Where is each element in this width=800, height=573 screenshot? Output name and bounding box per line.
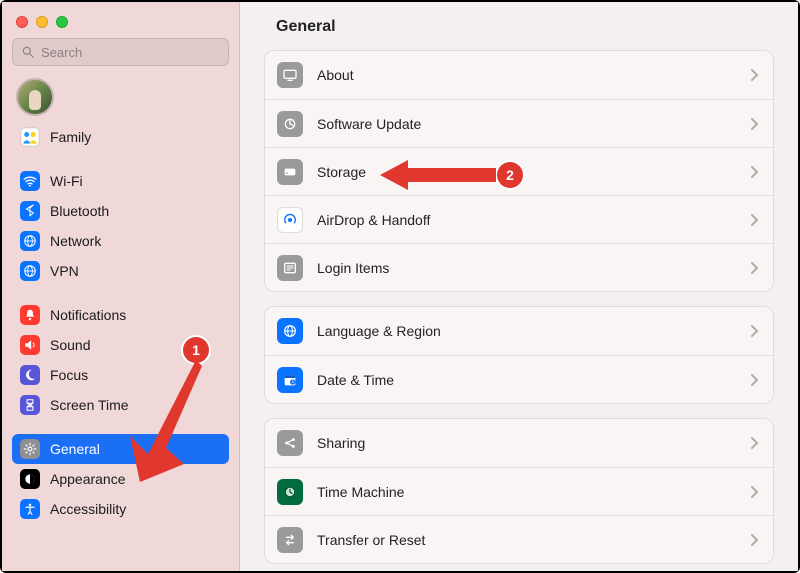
row-label: Time Machine bbox=[317, 484, 737, 500]
row-language-region[interactable]: Language & Region bbox=[265, 307, 773, 355]
row-label: Sharing bbox=[317, 435, 737, 451]
main-panel: General About Software Update bbox=[240, 2, 798, 571]
row-label: Date & Time bbox=[317, 372, 737, 388]
sidebar-item-label: Accessibility bbox=[50, 501, 126, 517]
sharing-icon bbox=[277, 430, 303, 456]
row-label: About bbox=[317, 67, 737, 83]
row-label: Transfer or Reset bbox=[317, 532, 737, 548]
sidebar-item-family[interactable]: Family bbox=[12, 122, 229, 152]
sidebar-item-label: General bbox=[50, 441, 100, 457]
sidebar-item-notifications[interactable]: Notifications bbox=[12, 300, 229, 330]
window-controls bbox=[12, 12, 229, 38]
sound-icon bbox=[20, 335, 40, 355]
chevron-right-icon bbox=[751, 534, 759, 546]
sidebar-item-bluetooth[interactable]: Bluetooth bbox=[12, 196, 229, 226]
row-login-items[interactable]: Login Items bbox=[265, 243, 773, 291]
sidebar-item-wifi[interactable]: Wi-Fi bbox=[12, 166, 229, 196]
screen-time-icon bbox=[20, 395, 40, 415]
sidebar-item-label: Bluetooth bbox=[50, 203, 109, 219]
wifi-icon bbox=[20, 171, 40, 191]
sidebar-item-focus[interactable]: Focus bbox=[12, 360, 229, 390]
row-transfer-reset[interactable]: Transfer or Reset bbox=[265, 515, 773, 563]
close-window-button[interactable] bbox=[16, 16, 28, 28]
sidebar-item-label: Family bbox=[50, 129, 91, 145]
row-time-machine[interactable]: Time Machine bbox=[265, 467, 773, 515]
appearance-icon bbox=[20, 469, 40, 489]
user-avatar[interactable] bbox=[16, 78, 54, 116]
chevron-right-icon bbox=[751, 325, 759, 337]
airdrop-icon bbox=[277, 207, 303, 233]
chevron-right-icon bbox=[751, 166, 759, 178]
software-update-icon bbox=[277, 111, 303, 137]
about-icon bbox=[277, 62, 303, 88]
settings-group-2: Sharing Time Machine Transfer or Reset bbox=[264, 418, 774, 564]
sidebar-item-screen-time[interactable]: Screen Time bbox=[12, 390, 229, 420]
chevron-right-icon bbox=[751, 486, 759, 498]
chevron-right-icon bbox=[751, 262, 759, 274]
sidebar-item-general[interactable]: General bbox=[12, 434, 229, 464]
sidebar-item-accessibility[interactable]: Accessibility bbox=[12, 494, 229, 524]
network-icon bbox=[20, 231, 40, 251]
sidebar-item-label: Notifications bbox=[50, 307, 126, 323]
search-icon bbox=[21, 45, 35, 59]
sidebar-item-label: Network bbox=[50, 233, 101, 249]
sidebar-item-appearance[interactable]: Appearance bbox=[12, 464, 229, 494]
sidebar-item-label: Sound bbox=[50, 337, 90, 353]
accessibility-icon bbox=[20, 499, 40, 519]
chevron-right-icon bbox=[751, 437, 759, 449]
sidebar-item-label: Screen Time bbox=[50, 397, 129, 413]
row-date-time[interactable]: Date & Time bbox=[265, 355, 773, 403]
row-storage[interactable]: Storage bbox=[265, 147, 773, 195]
sidebar-item-vpn[interactable]: VPN bbox=[12, 256, 229, 286]
sidebar-item-network[interactable]: Network bbox=[12, 226, 229, 256]
row-label: AirDrop & Handoff bbox=[317, 212, 737, 228]
fullscreen-window-button[interactable] bbox=[56, 16, 68, 28]
chevron-right-icon bbox=[751, 69, 759, 81]
bluetooth-icon bbox=[20, 201, 40, 221]
sidebar: Family Wi-Fi Bluetooth Network V bbox=[2, 2, 240, 571]
row-label: Login Items bbox=[317, 260, 737, 276]
settings-group-1: Language & Region Date & Time bbox=[264, 306, 774, 404]
minimize-window-button[interactable] bbox=[36, 16, 48, 28]
storage-icon bbox=[277, 159, 303, 185]
search-field[interactable] bbox=[12, 38, 229, 66]
sidebar-item-label: VPN bbox=[50, 263, 79, 279]
sidebar-item-label: Appearance bbox=[50, 471, 126, 487]
date-time-icon bbox=[277, 367, 303, 393]
language-region-icon bbox=[277, 318, 303, 344]
focus-icon bbox=[20, 365, 40, 385]
sidebar-item-sound[interactable]: Sound bbox=[12, 330, 229, 360]
row-airdrop-handoff[interactable]: AirDrop & Handoff bbox=[265, 195, 773, 243]
chevron-right-icon bbox=[751, 374, 759, 386]
page-title: General bbox=[276, 18, 774, 36]
row-label: Language & Region bbox=[317, 323, 737, 339]
sidebar-item-label: Wi-Fi bbox=[50, 173, 83, 189]
login-items-icon bbox=[277, 255, 303, 281]
gear-icon bbox=[20, 439, 40, 459]
family-icon bbox=[20, 127, 40, 147]
search-input[interactable] bbox=[41, 45, 220, 60]
row-about[interactable]: About bbox=[265, 51, 773, 99]
vpn-icon bbox=[20, 261, 40, 281]
row-label: Software Update bbox=[317, 116, 737, 132]
transfer-reset-icon bbox=[277, 527, 303, 553]
notifications-icon bbox=[20, 305, 40, 325]
row-label: Storage bbox=[317, 164, 737, 180]
sidebar-item-label: Focus bbox=[50, 367, 88, 383]
chevron-right-icon bbox=[751, 214, 759, 226]
time-machine-icon bbox=[277, 479, 303, 505]
row-software-update[interactable]: Software Update bbox=[265, 99, 773, 147]
chevron-right-icon bbox=[751, 118, 759, 130]
settings-group-0: About Software Update Storage bbox=[264, 50, 774, 292]
row-sharing[interactable]: Sharing bbox=[265, 419, 773, 467]
